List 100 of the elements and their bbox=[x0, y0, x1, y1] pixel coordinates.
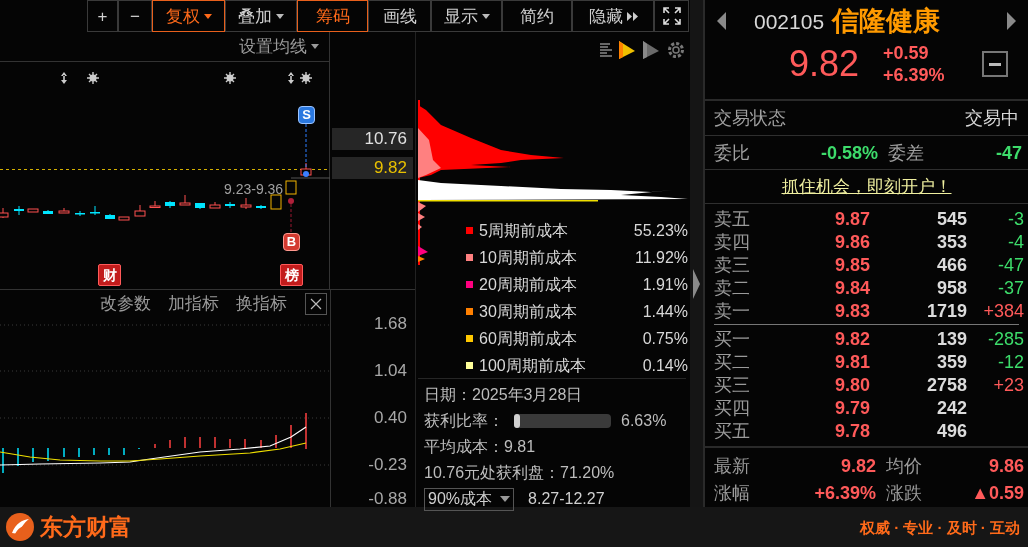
profit-ratio-value: 6.63% bbox=[621, 413, 667, 429]
order-volume: 359 bbox=[935, 352, 967, 371]
order-level-label: 卖二 bbox=[714, 278, 751, 297]
order-volume: 242 bbox=[935, 398, 967, 417]
percent-change: +6.39% bbox=[883, 64, 945, 86]
date-text: 日期：2025年3月28日 bbox=[424, 385, 584, 405]
stat-value: ▲0.59 bbox=[970, 481, 1024, 505]
toolbar-button[interactable]: 筹码 bbox=[297, 0, 368, 32]
order-change: +384 bbox=[982, 301, 1024, 320]
buy-signal-badge: B bbox=[283, 233, 300, 251]
ma-setting-dropdown[interactable]: 设置均线 bbox=[239, 38, 319, 55]
legend-label: 10周期前成本 bbox=[479, 249, 577, 266]
legend-label: 20周期前成本 bbox=[479, 276, 577, 293]
order-price: 9.85 bbox=[833, 255, 870, 274]
order-ratio-value: -0.58% bbox=[819, 143, 878, 162]
legend-value: 11.92% bbox=[634, 249, 688, 266]
legend-label: 5周期前成本 bbox=[479, 222, 568, 239]
legend-value: 1.91% bbox=[642, 276, 688, 293]
open-account-link[interactable]: 抓住机会，即刻开户！ bbox=[781, 178, 952, 195]
order-price: 9.82 bbox=[833, 329, 870, 348]
cost-range-dropdown[interactable]: 90%成本 bbox=[424, 487, 515, 511]
price-change: +0.59 bbox=[883, 42, 930, 64]
order-price: 9.80 bbox=[833, 375, 870, 394]
order-change: -285 bbox=[986, 329, 1024, 348]
order-volume: 353 bbox=[935, 232, 967, 251]
profit-ratio-label: 获利比率： bbox=[424, 413, 504, 429]
brand-name: 东方财富 bbox=[40, 515, 132, 539]
axis-tick-label: 1.04 bbox=[373, 362, 407, 379]
status-value: 交易中 bbox=[965, 109, 1019, 127]
stat-value: 9.82 bbox=[839, 454, 876, 478]
axis-tick-label: -0.23 bbox=[368, 456, 407, 473]
order-level-label: 买五 bbox=[714, 421, 751, 440]
sell-signal-badge: S bbox=[298, 106, 315, 124]
slogan-text: 权威 · 专业 · 及时 · 互动 bbox=[860, 519, 1020, 535]
legend-value: 0.75% bbox=[642, 330, 688, 347]
indicator-action-link[interactable]: 改参数 bbox=[100, 295, 151, 312]
event-badge[interactable]: 榜 bbox=[280, 264, 303, 286]
last-price: 9.82 bbox=[789, 46, 860, 82]
order-volume: 545 bbox=[935, 209, 967, 228]
legend-label: 100周期前成本 bbox=[479, 357, 586, 374]
stock-name: 信隆健康 bbox=[832, 7, 941, 35]
order-level-label: 卖一 bbox=[714, 301, 751, 320]
profit-at-price-text: 10.76元处获利盘：71.20% bbox=[424, 463, 616, 483]
stock-code: 002105 bbox=[754, 10, 825, 32]
toolbar-button[interactable]: + bbox=[87, 0, 118, 32]
order-volume: 958 bbox=[935, 278, 967, 297]
price-range-label: 9.23-9.36 bbox=[224, 182, 284, 196]
order-price: 9.83 bbox=[833, 301, 870, 320]
cost-range-value: 8.27-12.27 bbox=[528, 491, 605, 507]
order-change: -37 bbox=[997, 278, 1024, 297]
order-price: 9.78 bbox=[833, 421, 870, 440]
toolbar-button[interactable]: 复权 bbox=[152, 0, 225, 32]
toolbar-button[interactable]: 叠加 bbox=[225, 0, 297, 32]
order-diff-value: -47 bbox=[995, 143, 1022, 162]
order-price: 9.86 bbox=[833, 232, 870, 251]
order-change: -4 bbox=[1007, 232, 1024, 251]
order-volume: 2758 bbox=[925, 375, 967, 394]
order-price: 9.81 bbox=[833, 352, 870, 371]
order-change: +23 bbox=[992, 375, 1024, 394]
toolbar-button[interactable]: 显示 bbox=[431, 0, 502, 32]
order-level-label: 买一 bbox=[714, 329, 751, 348]
stat-label: 均价 bbox=[885, 454, 923, 478]
legend-label: 60周期前成本 bbox=[479, 330, 577, 347]
order-volume: 1719 bbox=[925, 301, 967, 320]
indicator-action-link[interactable]: 加指标 bbox=[168, 295, 219, 312]
order-level-label: 买二 bbox=[714, 352, 751, 371]
axis-tick-label: 1.68 bbox=[373, 315, 407, 332]
event-badge[interactable]: 财 bbox=[98, 264, 121, 286]
order-volume: 139 bbox=[935, 329, 967, 348]
order-volume: 466 bbox=[935, 255, 967, 274]
order-volume: 496 bbox=[935, 421, 967, 440]
average-cost-text: 平均成本：9.81 bbox=[424, 437, 537, 457]
legend-value: 55.23% bbox=[633, 222, 688, 239]
toolbar-button[interactable]: 简约 bbox=[502, 0, 572, 32]
order-ratio-label: 委比 bbox=[714, 143, 751, 162]
legend-value: 0.14% bbox=[642, 357, 688, 374]
order-change: -12 bbox=[997, 352, 1024, 371]
indicator-action-link[interactable]: 换指标 bbox=[236, 295, 287, 312]
order-price: 9.79 bbox=[833, 398, 870, 417]
order-level-label: 买三 bbox=[714, 375, 751, 394]
toolbar-button[interactable]: − bbox=[118, 0, 152, 32]
order-diff-label: 委差 bbox=[887, 143, 925, 162]
axis-tick-label: 0.40 bbox=[373, 409, 407, 426]
order-price: 9.84 bbox=[833, 278, 870, 297]
legend-value: 1.44% bbox=[642, 303, 688, 320]
toolbar-button[interactable]: 隐藏 bbox=[572, 0, 654, 32]
order-level-label: 卖五 bbox=[714, 209, 751, 228]
stat-label: 涨跌 bbox=[885, 481, 923, 505]
order-change: -47 bbox=[997, 255, 1024, 274]
stat-label: 涨幅 bbox=[714, 481, 751, 505]
order-price: 9.87 bbox=[833, 209, 870, 228]
order-level-label: 买四 bbox=[714, 398, 751, 417]
order-level-label: 卖四 bbox=[714, 232, 751, 251]
stat-value: +6.39% bbox=[813, 481, 876, 505]
price-tag: 10.76 bbox=[332, 128, 413, 150]
stat-label: 最新 bbox=[714, 454, 751, 478]
axis-tick-label: -0.88 bbox=[368, 490, 407, 507]
order-change: -3 bbox=[1007, 209, 1024, 228]
order-level-label: 卖三 bbox=[714, 255, 751, 274]
toolbar-button[interactable]: 画线 bbox=[368, 0, 431, 32]
